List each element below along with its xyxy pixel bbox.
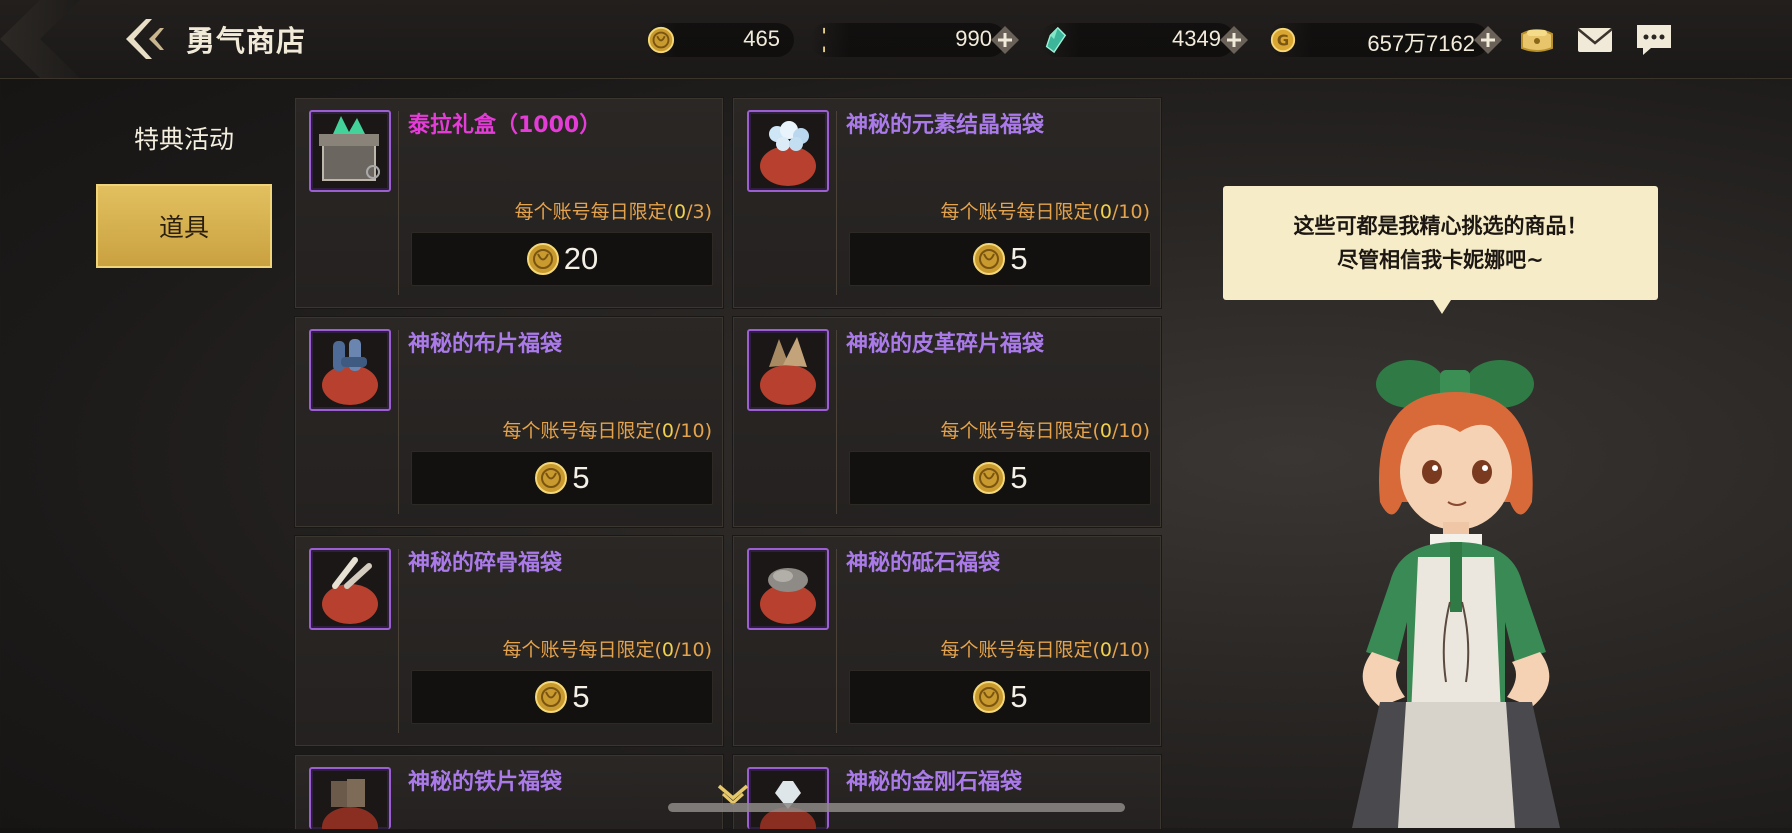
card-divider xyxy=(398,111,399,295)
shop-item-card[interactable]: 泰拉礼盒（1000） 每个账号每日限定(0/3) 20 xyxy=(295,98,723,308)
item-price: 5 xyxy=(1010,460,1028,495)
currency-value: 990 xyxy=(955,26,992,51)
mail-icon[interactable] xyxy=(1574,20,1616,58)
add-crystal-button[interactable] xyxy=(1219,25,1249,55)
buy-button[interactable]: 20 xyxy=(411,232,713,286)
card-divider xyxy=(836,549,837,733)
courage-coin-icon xyxy=(535,462,568,494)
cloth-bag-icon xyxy=(322,339,378,405)
speech-line: 这些可都是我精心挑选的商品！ xyxy=(1293,214,1588,238)
currency-value: 4349 xyxy=(1172,26,1221,51)
npc-shopkeeper-portrait xyxy=(1352,360,1560,828)
purchase-limit: 每个账号每日限定(0/10) xyxy=(940,201,1150,223)
speech-tail xyxy=(1433,300,1451,314)
shop-item-card[interactable]: 神秘的碎骨福袋 每个账号每日限定(0/10) 5 xyxy=(295,536,723,746)
buy-button[interactable]: 5 xyxy=(849,670,1151,724)
whetstone-bag-icon xyxy=(760,568,816,624)
currency-courage: 465 xyxy=(646,23,794,57)
item-thumbnail xyxy=(309,548,391,630)
courage-coin-icon xyxy=(973,681,1006,713)
purchase-limit: 每个账号每日限定(0/10) xyxy=(502,639,712,661)
item-name: 泰拉礼盒（1000） xyxy=(408,113,602,138)
back-button[interactable] xyxy=(118,12,172,66)
courage-coin-icon xyxy=(526,243,559,275)
buy-button[interactable]: 5 xyxy=(411,670,713,724)
currency-crystal: 4349 xyxy=(1040,23,1248,57)
sidebar-item-items[interactable]: 道具 xyxy=(96,184,272,268)
courage-coin-icon xyxy=(535,681,568,713)
item-thumbnail xyxy=(309,329,391,411)
shop-item-card[interactable]: 神秘的砥石福袋 每个账号每日限定(0/10) 5 xyxy=(733,536,1161,746)
currency-value: 657万7162 xyxy=(1367,31,1475,56)
bone-bag-icon xyxy=(322,557,378,624)
item-name: 神秘的砥石福袋 xyxy=(846,551,1001,576)
diamond-bag-icon xyxy=(760,781,816,833)
npc-speech-bubble: 这些可都是我精心挑选的商品！ 尽管相信我卡妮娜吧~ xyxy=(1223,186,1658,314)
currency-crescent: 990 xyxy=(810,23,1019,57)
tera-crystal-icon xyxy=(1045,26,1067,54)
chat-icon[interactable] xyxy=(1633,20,1675,58)
add-crescent-button[interactable] xyxy=(990,25,1020,55)
purchase-limit: 每个账号每日限定(0/10) xyxy=(940,420,1150,442)
card-divider xyxy=(398,549,399,733)
purchase-limit: 每个账号每日限定(0/10) xyxy=(502,420,712,442)
svg-text:G: G xyxy=(1277,32,1289,50)
item-thumbnail xyxy=(747,767,829,833)
shop-item-card[interactable]: 神秘的布片福袋 每个账号每日限定(0/10) 5 xyxy=(295,317,723,527)
shop-item-card[interactable]: 神秘的金刚石福袋 xyxy=(733,755,1161,833)
home-indicator-bar[interactable] xyxy=(668,803,1125,812)
page-title: 勇气商店 xyxy=(186,24,307,58)
item-name: 神秘的皮革碎片福袋 xyxy=(846,332,1045,357)
buy-button[interactable]: 5 xyxy=(849,451,1151,505)
purchase-limit: 每个账号每日限定(0/10) xyxy=(940,639,1150,661)
card-divider xyxy=(836,330,837,514)
item-name: 神秘的铁片福袋 xyxy=(408,770,563,795)
sidebar-item-label: 特典活动 xyxy=(133,125,234,154)
buy-button[interactable]: 5 xyxy=(849,232,1151,286)
item-name: 神秘的元素结晶福袋 xyxy=(846,113,1045,138)
item-price: 5 xyxy=(572,460,590,495)
coin-pouch-icon[interactable] xyxy=(1516,20,1558,58)
item-thumbnail xyxy=(747,110,829,192)
back-arrow-icon xyxy=(126,19,164,59)
sidebar-item-special-events[interactable]: 特典活动 xyxy=(96,96,272,180)
card-divider xyxy=(836,111,837,295)
crescent-token-icon xyxy=(819,27,830,53)
leather-bag-icon xyxy=(760,337,816,405)
category-sidebar: 特典活动 道具 xyxy=(96,96,272,272)
card-divider xyxy=(398,330,399,514)
item-name: 神秘的碎骨福袋 xyxy=(408,551,563,576)
item-price: 20 xyxy=(563,241,599,276)
shop-item-card[interactable]: 神秘的铁片福袋 xyxy=(295,755,723,833)
currency-gold: G 657万7162 xyxy=(1268,23,1502,57)
item-name: 神秘的金刚石福袋 xyxy=(846,770,1023,795)
speech-line: 尽管相信我卡妮娜吧~ xyxy=(1337,248,1544,272)
courage-coin-icon xyxy=(973,462,1006,494)
courage-coin-icon xyxy=(647,26,675,54)
item-name: 神秘的布片福袋 xyxy=(408,332,563,357)
shop-item-card[interactable]: 神秘的元素结晶福袋 每个账号每日限定(0/10) 5 xyxy=(733,98,1161,308)
item-price: 5 xyxy=(572,679,590,714)
currency-value: 465 xyxy=(743,26,780,51)
item-thumbnail xyxy=(747,548,829,630)
tera-gift-box-icon xyxy=(319,116,380,181)
iron-bag-icon xyxy=(322,779,378,833)
item-thumbnail xyxy=(309,110,391,192)
gold-coin-icon: G xyxy=(1270,27,1296,53)
sidebar-item-label: 道具 xyxy=(158,213,209,242)
purchase-limit: 每个账号每日限定(0/3) xyxy=(514,201,712,223)
add-gold-button[interactable] xyxy=(1473,25,1503,55)
item-thumbnail xyxy=(747,329,829,411)
item-price: 5 xyxy=(1010,241,1028,276)
item-price: 5 xyxy=(1010,679,1028,714)
buy-button[interactable]: 5 xyxy=(411,451,713,505)
shop-item-card[interactable]: 神秘的皮革碎片福袋 每个账号每日限定(0/10) 5 xyxy=(733,317,1161,527)
courage-coin-icon xyxy=(973,243,1006,275)
item-thumbnail xyxy=(309,767,391,833)
element-crystal-bag-icon xyxy=(760,121,816,186)
